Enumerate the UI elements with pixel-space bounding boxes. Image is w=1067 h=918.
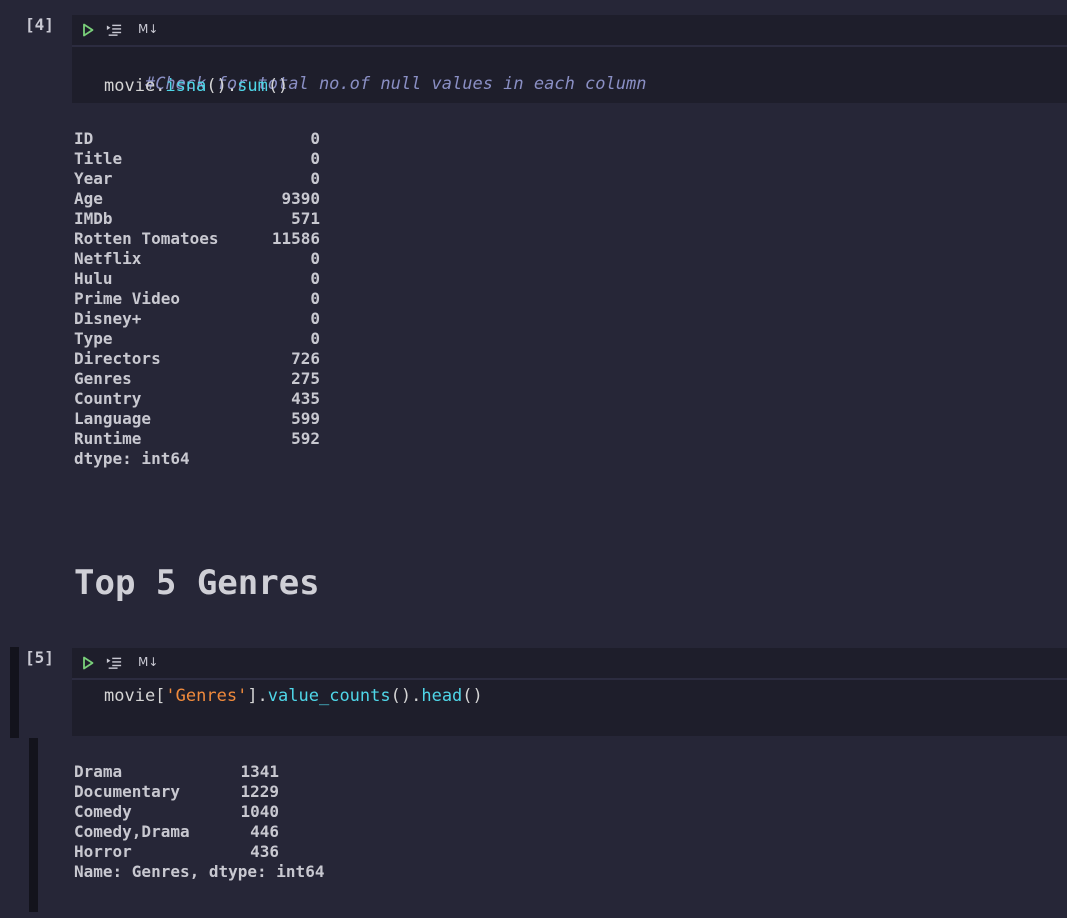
output-row-value: 0 [310, 269, 320, 288]
markdown-toggle[interactable]: M↓ [138, 22, 158, 36]
output-row-value: 599 [291, 409, 320, 428]
code-object: movie[ [104, 686, 166, 706]
output-row-label: Comedy [74, 802, 132, 821]
cell-focus-indicator [10, 647, 19, 738]
output-row-label: Country [74, 389, 142, 408]
markdown-heading: Top 5 Genres [74, 563, 320, 603]
output-row-value: 1341 [240, 762, 279, 781]
code-punct: (). [206, 76, 238, 96]
output-row-label: Directors [74, 349, 161, 368]
output-row-label: Runtime [74, 429, 142, 448]
run-by-line-icon[interactable] [106, 655, 122, 671]
output-row-label: Netflix [74, 249, 142, 268]
code-string: 'Genres' [165, 686, 248, 706]
output-row-label: Genres [74, 369, 132, 388]
cell-prompt: [4] [25, 15, 54, 34]
output-row-label: Documentary [74, 782, 180, 801]
code-line-2: movie.isna().sum() [104, 75, 288, 97]
code-editor[interactable]: movie['Genres'].value_counts().head() [72, 680, 1067, 736]
output-row-label: Age [74, 189, 103, 208]
output-row-value: 11586 [271, 229, 320, 248]
output-row-value: 0 [310, 329, 320, 348]
code-editor[interactable]: #Check for total no.of null values in ea… [72, 47, 1067, 103]
cell-toolbar: M↓ [72, 648, 1067, 678]
output-row-value: 275 [291, 369, 320, 388]
code-line-1: movie['Genres'].value_counts().head() [104, 685, 483, 707]
output-row-label: Year [74, 169, 113, 188]
output-row-value: 0 [310, 249, 320, 268]
output-row-value: 0 [310, 289, 320, 308]
run-icon[interactable] [80, 655, 96, 671]
code-punct: (). [390, 686, 422, 706]
output-row-value: 435 [291, 389, 320, 408]
code-punct: () [267, 76, 289, 96]
output-row-label: Drama [74, 762, 123, 781]
output-row-value: 1040 [240, 802, 279, 821]
code-punct: ]. [247, 686, 268, 706]
output-row-label: ID [74, 129, 94, 148]
output-row-label: Type [74, 329, 113, 348]
code-function: value_counts [267, 686, 391, 706]
code-function: head [421, 686, 463, 706]
output-dtype: dtype: int64 [74, 449, 190, 468]
code-object: movie. [104, 76, 166, 96]
output-row-label: Language [74, 409, 152, 428]
output-row-label: IMDb [74, 209, 113, 228]
output-row-label: Comedy,Drama [74, 822, 190, 841]
output-row-label: Hulu [74, 269, 113, 288]
output-row-value: 726 [291, 349, 320, 368]
output-row-value: 0 [310, 169, 320, 188]
cell-output: ID 0 Title 0 Year 0 Age 9390 IMDb 571 Rotten Tomat… [74, 129, 334, 474]
code-function: sum [237, 76, 268, 96]
output-row-value: 0 [310, 129, 320, 148]
output-row-label: Rotten Tomatoes [74, 229, 219, 248]
cell-prompt: [5] [25, 648, 54, 667]
output-row-value: 9390 [281, 189, 320, 208]
cell-toolbar: M↓ [72, 15, 1067, 45]
output-row-label: Prime Video [74, 289, 180, 308]
run-by-line-icon[interactable] [106, 22, 122, 38]
output-dtype: Name: Genres, dtype: int64 [74, 862, 325, 881]
output-row-label: Disney+ [74, 309, 142, 328]
markdown-toggle[interactable]: M↓ [138, 655, 158, 669]
output-row-value: 0 [310, 309, 320, 328]
cell-output: Drama 1341 Documentary 1229 Comedy 1040 Comedy… [74, 762, 374, 887]
output-row-value: 436 [250, 842, 279, 861]
code-function: isna [165, 76, 207, 96]
output-row-value: 592 [291, 429, 320, 448]
output-row-label: Horror [74, 842, 132, 861]
run-icon[interactable] [80, 22, 96, 38]
output-row-label: Title [74, 149, 123, 168]
output-row-value: 571 [291, 209, 320, 228]
output-row-value: 446 [250, 822, 279, 841]
output-row-value: 0 [310, 149, 320, 168]
output-row-value: 1229 [240, 782, 279, 801]
output-focus-indicator [29, 738, 38, 912]
code-punct: () [462, 686, 483, 706]
